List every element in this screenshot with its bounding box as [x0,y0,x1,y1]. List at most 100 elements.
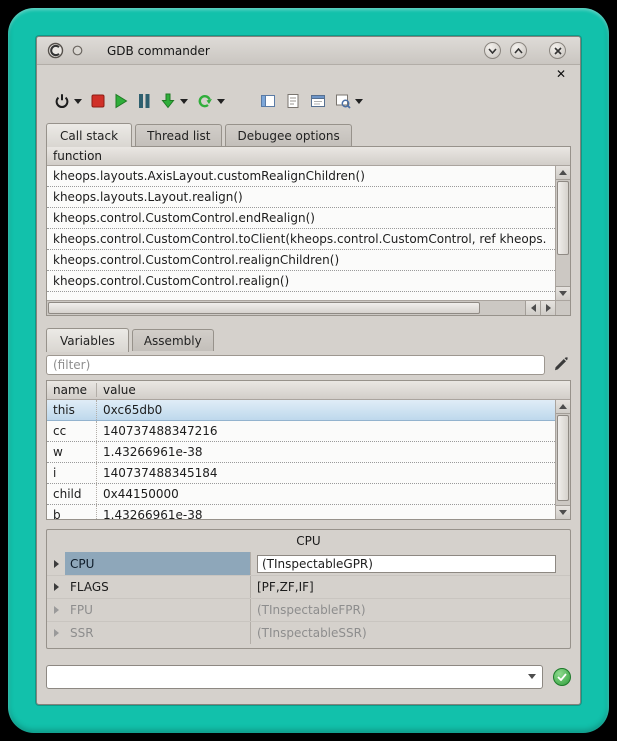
gdb-commander-window: GDB commander ✕ [36,36,581,705]
continue-button[interactable] [194,89,228,113]
callstack-header: function [47,147,570,166]
tab-debugee-options[interactable]: Debugee options [225,124,351,146]
close-button[interactable] [549,42,566,59]
chevron-down-icon[interactable] [74,99,82,104]
callstack-tabbar: Call stack Thread list Debugee options [37,123,580,146]
variable-row[interactable]: this 0xc65db0 [47,400,555,421]
cpu-row[interactable]: FPU (TInspectableFPR) [47,598,570,621]
expander-icon[interactable] [47,629,65,637]
variable-value: 1.43266961e-38 [97,505,555,519]
variable-row[interactable]: b 1.43266961e-38 [47,505,555,519]
minimize-button[interactable] [484,42,501,59]
triangle-up-icon [559,404,567,409]
callstack-vertical-scrollbar[interactable] [555,166,570,300]
power-button[interactable] [51,89,85,113]
pen-button[interactable] [545,356,571,375]
scrollbar-thumb[interactable] [48,302,480,314]
variables-vertical-scrollbar[interactable] [555,400,570,519]
callstack-row[interactable]: kheops.layouts.AxisLayout.customRealignC… [47,166,555,187]
variables-header: name value [47,381,570,400]
pause-icon [137,93,151,109]
scroll-up-button[interactable] [556,400,570,414]
continue-arrow-icon [197,93,213,109]
inspect-button[interactable] [332,89,366,113]
scroll-up-button[interactable] [556,166,570,180]
stop-button[interactable] [88,89,108,113]
chevron-down-icon[interactable] [180,99,188,104]
debug-toolbar [37,85,580,117]
chevron-down-icon[interactable] [355,99,363,104]
step-button[interactable] [157,89,191,113]
tab-thread-list[interactable]: Thread list [135,124,222,146]
window-button[interactable] [307,89,329,113]
cpu-group-title: CPU [47,534,570,548]
scroll-left-button[interactable] [525,301,540,315]
cpu-row-value: (TInspectableFPR) [251,603,570,617]
callstack-row[interactable]: kheops.control.CustomControl.realign() [47,271,555,292]
scroll-down-button[interactable] [556,286,570,300]
variable-value: 1.43266961e-38 [97,442,555,462]
window-title: GDB commander [107,44,210,58]
filter-input[interactable] [46,355,545,375]
tab-variables[interactable]: Variables [46,328,129,352]
pen-icon [553,356,569,375]
triangle-left-icon [531,304,536,312]
scroll-right-button[interactable] [540,301,555,315]
frames-icon [260,93,276,109]
filter-row [46,354,571,376]
run-button[interactable] [111,89,131,113]
chevron-down-icon[interactable] [217,99,225,104]
variable-row[interactable]: i 140737488345184 [47,463,555,484]
callstack-row[interactable]: kheops.layouts.Layout.realign() [47,187,555,208]
frames-button[interactable] [257,89,279,113]
cpu-row-value [251,555,570,573]
scrollbar-track[interactable] [481,301,525,315]
run-icon [114,93,128,109]
tab-assembly[interactable]: Assembly [132,329,214,351]
callstack-horizontal-scrollbar[interactable] [47,300,555,315]
send-command-button[interactable] [553,668,571,686]
expander-icon[interactable] [47,583,65,591]
variable-name: w [47,442,97,462]
pause-button[interactable] [134,89,154,113]
cpu-row-value: (TInspectableSSR) [251,626,570,640]
document-button[interactable] [282,89,304,113]
callstack-row[interactable]: kheops.control.CustomControl.realignChil… [47,250,555,271]
app-icon[interactable] [47,42,64,59]
command-input[interactable] [47,666,542,688]
triangle-down-icon [528,674,536,679]
variable-name: this [47,400,97,420]
maximize-button[interactable] [510,42,527,59]
cpu-groupbox: CPU CPU FLAGS [PF,ZF,IF] FPU (TInspectab… [46,529,571,649]
callstack-row[interactable]: kheops.control.CustomControl.endRealign(… [47,208,555,229]
command-combobox[interactable] [46,665,543,689]
variables-rows: this 0xc65db0 cc 140737488347216 w 1.432… [47,400,555,519]
cpu-row[interactable]: FLAGS [PF,ZF,IF] [47,575,570,598]
scroll-down-button[interactable] [556,505,570,519]
variable-name: child [47,484,97,504]
combo-dropdown-button[interactable] [528,666,536,688]
scrollbar-thumb[interactable] [557,181,569,255]
cpu-row[interactable]: CPU [47,552,570,575]
variable-row[interactable]: child 0x44150000 [47,484,555,505]
variable-row[interactable]: cc 140737488347216 [47,421,555,442]
window-icon [310,93,326,109]
expander-icon[interactable] [47,560,65,568]
variable-row[interactable]: w 1.43266961e-38 [47,442,555,463]
command-bar [46,664,571,689]
cpu-row-name: FPU [65,599,251,621]
triangle-up-icon [559,170,567,175]
dock-close-icon[interactable]: ✕ [556,67,566,81]
variable-value: 140737488347216 [97,421,555,441]
window-controls [475,42,566,59]
expander-icon[interactable] [47,606,65,614]
cpu-row[interactable]: SSR (TInspectableSSR) [47,621,570,644]
scrollbar-thumb[interactable] [557,415,569,501]
window-decoration-frame: GDB commander ✕ [8,8,609,733]
pin-icon[interactable] [72,45,83,56]
cpu-value-field[interactable] [257,555,556,573]
titlebar[interactable]: GDB commander [37,37,580,65]
tab-call-stack[interactable]: Call stack [46,123,132,147]
inspect-icon [335,93,351,109]
callstack-row[interactable]: kheops.control.CustomControl.toClient(kh… [47,229,555,250]
